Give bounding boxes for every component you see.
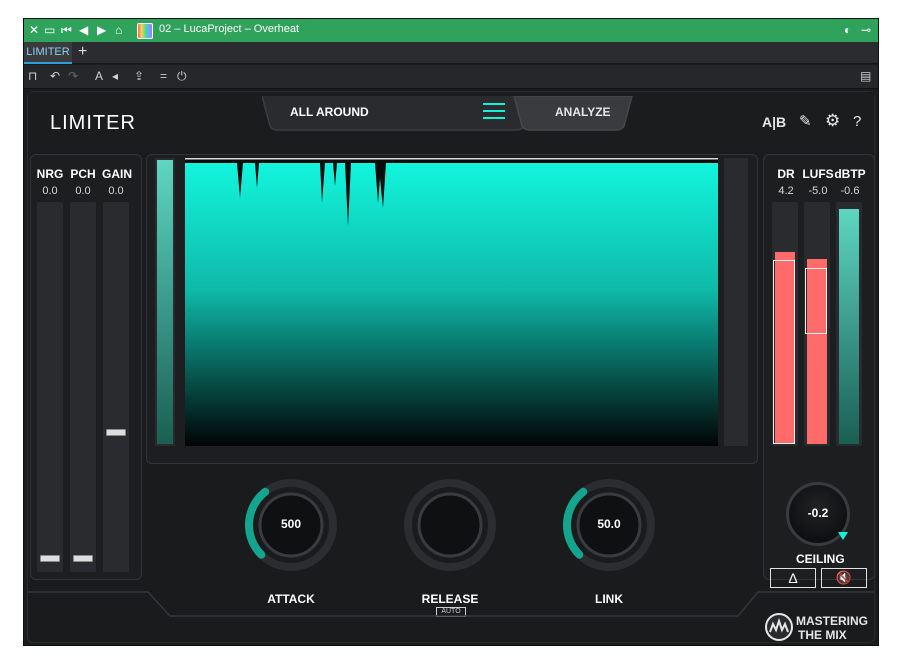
brand-line2: THE MIX — [798, 628, 847, 642]
equals-icon[interactable]: = — [160, 69, 167, 83]
meter-value-lufs: -5.0 — [808, 185, 828, 197]
meter-label-dr: DR — [777, 167, 795, 181]
range-bracket-lufs — [805, 268, 827, 334]
window-icon[interactable]: ▭ — [44, 23, 55, 37]
ceiling-indicator-icon — [838, 532, 848, 540]
meter-value-dbtp: -0.6 — [840, 185, 860, 197]
output-level-meter — [724, 158, 748, 446]
plugin-title: LIMITER — [50, 112, 136, 134]
meter-value-gain: 0.0 — [108, 185, 124, 197]
analyze-button[interactable]: ANALYZE — [555, 105, 611, 119]
meter-label-gain: GAIN — [102, 167, 132, 181]
ceiling-knob[interactable]: -0.2 — [786, 482, 850, 546]
export-icon[interactable]: ⇪ — [134, 69, 144, 83]
fader-handle-nrg[interactable] — [40, 554, 60, 562]
knob-value-link: 50.0 — [597, 517, 621, 531]
brand-globe-icon — [765, 613, 793, 641]
meter-label-lufs: LUFS — [802, 167, 834, 181]
meter-value-dr: 4.2 — [778, 185, 794, 197]
color-icon[interactable] — [137, 23, 153, 39]
lock-icon[interactable]: ⌂ — [115, 23, 122, 37]
knob-release[interactable] — [404, 479, 496, 571]
fader-handle-gain[interactable] — [106, 428, 126, 436]
meter-value-nrg: 0.0 — [42, 185, 58, 197]
knob-label-release: RELEASE — [421, 592, 479, 606]
preset-name[interactable]: ALL AROUND — [290, 105, 369, 119]
meter-label-nrg: NRG — [36, 167, 64, 181]
range-bracket-dr — [773, 260, 795, 444]
menu-icon[interactable] — [483, 102, 505, 120]
limiter-plugin: LIMITER ALL AROUND ANALYZE A|B ✎ ⚙ ? -0.… — [27, 91, 875, 643]
window-title: 02 – LucaProject – Overheat — [159, 23, 300, 35]
close-icon[interactable]: ✕ — [29, 23, 39, 37]
meter-label-pch: PCH — [70, 167, 96, 181]
power-icon[interactable]: ⏻ — [177, 69, 187, 83]
help-button[interactable]: ? — [853, 113, 861, 130]
add-tab-button[interactable]: + — [78, 43, 87, 61]
fader-slot-nrg[interactable] — [37, 202, 63, 572]
brush-icon[interactable]: ✎ — [799, 112, 812, 130]
knob-label-attack: ATTACK — [267, 592, 315, 606]
fader-slot-pch[interactable] — [70, 202, 96, 572]
knob-arc — [404, 479, 496, 571]
fader-slot-gain[interactable] — [103, 202, 129, 572]
waveform-display — [185, 158, 718, 446]
skip-back-icon[interactable]: ⏮ — [61, 23, 72, 37]
previous-icon[interactable]: ◀ — [79, 23, 88, 37]
knob-label-link: LINK — [595, 592, 623, 606]
window-titlebar: ✕ ▭ ⏮ ◀ ▶ ⌂ 02 – LucaProject – Overheat … — [24, 19, 878, 42]
meter-label-dbtp: dBTP — [834, 167, 866, 181]
host-toolbar: ⊓ ↶ ↷ A ◂ ⇪ = ⏻ ▤ — [24, 65, 878, 89]
ceiling-label: CEILING — [796, 552, 845, 566]
undo-icon[interactable]: ↶ — [50, 69, 60, 83]
moon-icon[interactable]: ◐ — [844, 23, 851, 37]
meter-fill-dbtp — [839, 209, 859, 444]
back-arrow-icon[interactable]: ◂ — [112, 69, 118, 83]
gear-icon[interactable]: ⚙ — [825, 111, 840, 131]
rename-icon[interactable]: A — [95, 69, 103, 83]
knob-link[interactable]: 50.0 — [563, 479, 655, 571]
plugin-window: ✕ ▭ ⏮ ◀ ▶ ⌂ 02 – LucaProject – Overheat … — [23, 18, 879, 646]
redo-icon[interactable]: ↷ — [68, 69, 78, 83]
clipboard-icon[interactable]: ▤ — [860, 69, 871, 83]
pin-icon[interactable]: ⊸ — [861, 23, 871, 37]
footer-shape — [28, 591, 874, 617]
ab-compare-button[interactable]: A|B — [762, 114, 786, 130]
tab-bar: LIMITER + — [24, 42, 878, 64]
fader-handle-pch[interactable] — [73, 554, 93, 562]
input-level-meter — [155, 158, 175, 446]
tab-limiter[interactable]: LIMITER — [24, 42, 72, 64]
knob-attack[interactable]: 500 — [245, 479, 337, 571]
knob-value-attack: 500 — [280, 517, 302, 531]
trash-icon[interactable]: ⊓ — [28, 69, 37, 83]
brand-line1: MASTERING — [796, 614, 868, 628]
play-icon[interactable]: ▶ — [97, 23, 106, 37]
meter-value-pch: 0.0 — [75, 185, 91, 197]
